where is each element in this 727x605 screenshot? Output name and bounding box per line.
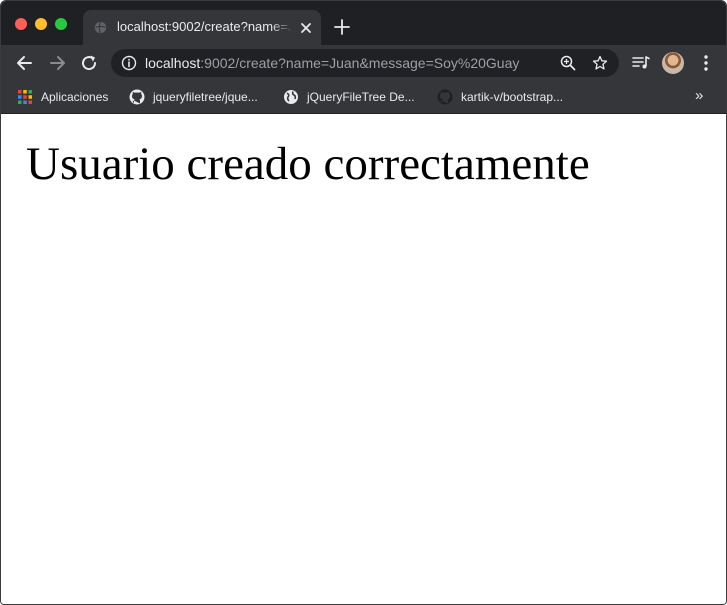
address-url[interactable]: localhost:9002/create?name=Juan&message=… <box>145 55 545 71</box>
bookmark-label: Aplicaciones <box>41 90 109 104</box>
zoom-icon[interactable] <box>560 55 576 71</box>
github-icon <box>129 89 145 105</box>
browser-window: localhost:9002/create?name=Juan&message=… <box>0 0 727 605</box>
globe-icon <box>94 21 107 34</box>
bookmark-apps[interactable]: Aplicaciones <box>17 87 108 107</box>
bookmark-label: kartik-v/bootstrap... <box>461 90 564 104</box>
bookmark-jqueryfiletree[interactable]: jqueryfiletree/jque... <box>129 87 258 107</box>
page-content: Usuario creado correctamente <box>1 114 726 604</box>
window-minimize-button[interactable] <box>35 18 47 30</box>
page-title: Usuario creado correctamente <box>26 138 590 190</box>
bookmarks-bar: Aplicaciones jqueryfiletree/jque... jQue… <box>1 81 726 114</box>
avatar[interactable] <box>662 52 684 74</box>
media-queue-icon[interactable] <box>631 53 651 73</box>
window-close-button[interactable] <box>15 18 27 30</box>
reload-button[interactable] <box>79 53 99 73</box>
address-bar[interactable]: localhost:9002/create?name=Juan&message=… <box>111 49 619 77</box>
tab-title: localhost:9002/create?name=Juan&message=… <box>117 19 292 34</box>
active-tab[interactable]: localhost:9002/create?name=Juan&message=… <box>83 10 321 45</box>
github-icon <box>437 89 453 105</box>
tab-strip: localhost:9002/create?name=Juan&message=… <box>1 1 726 45</box>
more-menu-icon[interactable] <box>696 53 716 73</box>
bookmark-jqueryfiletree-demo[interactable]: jQueryFileTree De... <box>283 87 415 107</box>
bookmark-kartik-bootstrap[interactable]: kartik-v/bootstrap... <box>437 87 563 107</box>
close-icon[interactable] <box>297 19 315 37</box>
bookmark-label: jqueryfiletree/jque... <box>153 90 258 104</box>
window-maximize-button[interactable] <box>55 18 67 30</box>
bookmarks-overflow-button[interactable]: » <box>695 87 703 104</box>
url-host: localhost <box>145 55 201 71</box>
url-path: :9002/create?name=Juan&message=Soy%20Gua… <box>200 55 520 71</box>
back-button[interactable] <box>15 53 35 73</box>
bookmark-star-icon[interactable] <box>592 55 608 71</box>
apps-grid-icon <box>18 90 32 104</box>
forward-button[interactable] <box>47 53 67 73</box>
info-icon[interactable] <box>121 55 137 71</box>
new-tab-button[interactable] <box>333 18 351 36</box>
globe-icon <box>284 90 298 104</box>
browser-toolbar: localhost:9002/create?name=Juan&message=… <box>1 45 726 81</box>
bookmark-label: jQueryFileTree De... <box>307 90 415 104</box>
